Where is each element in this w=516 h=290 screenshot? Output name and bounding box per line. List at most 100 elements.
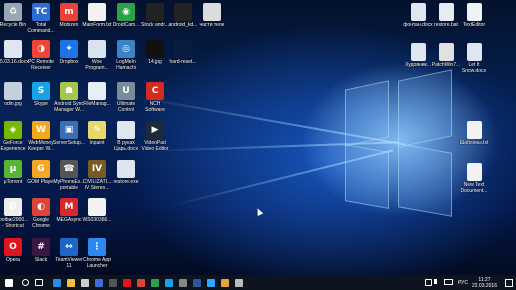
teamviewer-icon: ↔ — [60, 238, 78, 256]
geforce-icon: ◈ — [4, 121, 22, 139]
desktop-shortcut[interactable]: ⋮ Chrome App Launcher — [79, 238, 115, 269]
wallpaper-window-pane — [345, 80, 389, 147]
image-file-icon — [203, 3, 221, 21]
bat-file-icon — [438, 3, 454, 21]
file-manager-icon — [88, 82, 106, 100]
inpaint-icon: ✎ — [88, 121, 106, 139]
slack-icon: # — [32, 238, 50, 256]
file-explorer-icon — [67, 278, 75, 287]
taskbar-button[interactable] — [190, 275, 204, 290]
webmoney-icon: W — [32, 121, 50, 139]
desktop-shortcut[interactable]: Шаблоны.txt — [456, 121, 492, 146]
taskbar-button[interactable] — [106, 275, 120, 290]
chrome-icon: ◐ — [32, 198, 50, 216]
settings-taskbar-icon — [235, 278, 243, 287]
desktop-shortcut[interactable]: C NCH Software — [137, 82, 173, 113]
desktop-shortcut-label: hard-reset... — [169, 59, 197, 65]
desktop-shortcut[interactable]: New Text Document... — [456, 163, 492, 194]
desktop-shortcut-label: VideoPad Video Editor — [141, 140, 169, 152]
desktop-shortcut[interactable]: ▶ VideoPad Video Editor — [137, 121, 173, 152]
image-file-icon — [146, 40, 164, 58]
opera-icon: O — [4, 238, 22, 256]
app-taskbar-icon — [151, 278, 159, 287]
desktop-shortcut[interactable]: Let It Snow.docx — [456, 43, 492, 74]
desktop-shortcut[interactable]: restore.exe — [108, 160, 144, 185]
mouse-cursor-icon — [254, 207, 264, 216]
volume-icon[interactable] — [433, 279, 442, 284]
folder-icon — [174, 3, 192, 21]
action-center-icon[interactable] — [505, 278, 513, 287]
mobizen-icon: m — [60, 3, 78, 21]
taskbar-button[interactable] — [176, 275, 190, 290]
taskbar-button[interactable] — [134, 275, 148, 290]
pc-remote-icon: ◑ — [32, 40, 50, 58]
taskbar-button[interactable] — [64, 275, 78, 290]
search-icon — [21, 279, 29, 286]
taskbar-button[interactable] — [162, 275, 176, 290]
desktop-shortcut-label: Chrome App Launcher — [83, 257, 111, 269]
document-file-icon — [88, 198, 106, 216]
docx-file-icon — [410, 43, 426, 61]
desktop-shortcut-label: New Text Document... — [460, 182, 488, 194]
language-indicator[interactable]: РУС — [458, 280, 468, 286]
desktop[interactable]: ♻ Recycle Bin TC Total Command... m Mobizen Ma… — [0, 0, 516, 275]
photoshop-taskbar-icon — [207, 278, 215, 287]
taskbar-button[interactable] — [92, 275, 106, 290]
recycle-bin-icon: ♻ — [4, 3, 22, 21]
taskbar-button[interactable] — [78, 275, 92, 290]
civilization-icon: IV — [88, 160, 106, 178]
desktop-shortcut-label: Let It Snow.docx — [461, 62, 487, 74]
store-icon — [81, 278, 89, 287]
android-sync-icon: ☗ — [60, 82, 78, 100]
desktop-shortcut-label: NCH Software — [145, 101, 165, 113]
megasync-icon: M — [60, 198, 78, 216]
dropbox-icon: ✦ — [60, 40, 78, 58]
desktop-shortcut[interactable]: части теле — [194, 3, 230, 28]
edge-browser-icon — [53, 278, 61, 287]
desktop-shortcut[interactable]: TextEditor — [456, 3, 492, 28]
task-view-icon — [35, 279, 43, 286]
skype-icon: S — [32, 82, 50, 100]
nch-icon: C — [146, 82, 164, 100]
video-file-icon — [174, 40, 192, 58]
text-file-icon — [88, 3, 106, 21]
chrome-app-launcher-icon: ⋮ — [88, 238, 106, 256]
wallpaper-window-pane — [398, 143, 452, 217]
tray-icons[interactable] — [424, 279, 455, 286]
taskbar-button[interactable] — [120, 275, 134, 290]
docx-file-icon — [466, 43, 482, 61]
taskbar-button[interactable] — [218, 275, 232, 290]
taskbar-button[interactable] — [50, 275, 64, 290]
text-file-icon — [466, 121, 482, 139]
text-editor-icon — [466, 3, 482, 21]
docx-file-icon — [117, 121, 135, 139]
battery-icon[interactable] — [443, 279, 453, 285]
clock-date: 22.03.2016 — [471, 282, 497, 289]
clock[interactable]: 11:27 22.03.2016 — [472, 277, 497, 289]
taskbar-button[interactable] — [204, 275, 218, 290]
taskbar-button[interactable] — [32, 275, 46, 290]
taskbar-button[interactable] — [148, 275, 162, 290]
toolbar-shortcut-icon: ✪ — [4, 198, 22, 216]
image-viewer-taskbar-icon — [179, 278, 187, 287]
taskbar-button[interactable] — [18, 275, 32, 290]
woe-program-icon — [88, 40, 106, 58]
docx-file-icon — [410, 3, 426, 21]
desktop-shortcut-label: WS030366... — [82, 217, 112, 223]
system-tray: РУС 11:27 22.03.2016 — [424, 275, 516, 290]
taskbar-button[interactable] — [0, 275, 18, 290]
wallpaper-window-pane — [345, 144, 389, 209]
taskbar-button[interactable] — [232, 275, 246, 290]
network-icon[interactable] — [424, 279, 432, 286]
hamachi-icon: ◎ — [117, 40, 135, 58]
start-windows-icon — [5, 278, 13, 287]
chrome-taskbar-icon — [137, 278, 145, 287]
wallpaper-window-pane — [398, 69, 452, 148]
opera-taskbar-icon — [123, 278, 131, 287]
desktop-shortcut[interactable]: hard-reset... — [165, 40, 201, 65]
desktop-shortcut-label: restore.exe — [113, 179, 139, 185]
desktop-shortcut-label: части теле — [199, 22, 225, 28]
server-setup-icon: ▣ — [60, 121, 78, 139]
gom-player-icon: G — [32, 160, 50, 178]
desktop-shortcut[interactable]: WS030366... — [79, 198, 115, 223]
